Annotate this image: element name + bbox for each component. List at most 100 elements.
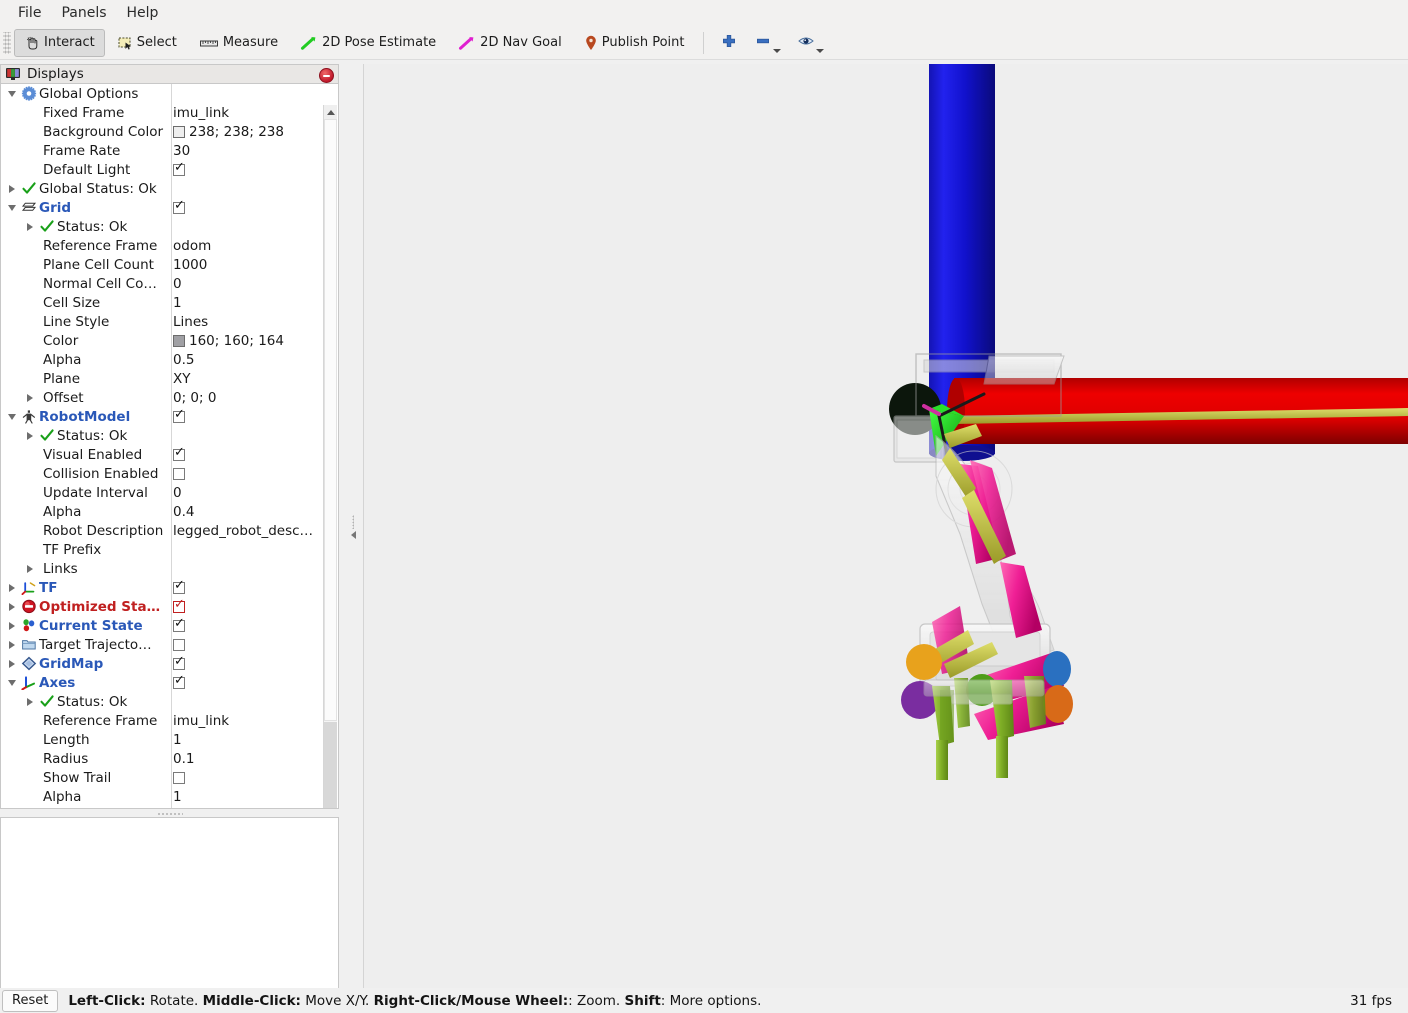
checkbox[interactable] (173, 655, 185, 670)
tree-row[interactable]: TF Prefix (1, 540, 325, 559)
tree-row[interactable]: Fixed Frame imu_link (1, 103, 325, 122)
tree-row-value[interactable]: 160; 160; 164 (173, 331, 284, 350)
tree-row-value[interactable]: XY (173, 369, 191, 388)
tree-row[interactable]: Current State (1, 616, 325, 635)
tree-row-value[interactable]: 0.5 (173, 350, 194, 369)
checkbox[interactable] (173, 771, 185, 784)
tree-row[interactable]: Alpha 0.5 (1, 350, 325, 369)
tree-row-value[interactable] (173, 445, 185, 464)
add-tool-button[interactable] (715, 29, 743, 57)
chevron-down-icon[interactable] (5, 90, 19, 97)
tree-row[interactable]: Target Trajecto… (1, 635, 325, 654)
menu-help[interactable]: Help (117, 2, 169, 24)
close-icon[interactable] (319, 68, 334, 83)
checkbox[interactable] (173, 638, 185, 651)
tree-row[interactable]: Alpha 0.4 (1, 502, 325, 521)
remove-tool-button[interactable] (749, 29, 786, 57)
tree-row[interactable]: Default Light (1, 160, 325, 179)
tree-row[interactable]: Plane XY (1, 369, 325, 388)
tree-row[interactable]: RobotModel (1, 407, 325, 426)
tree-row[interactable]: Color 160; 160; 164 (1, 331, 325, 350)
tree-row-value[interactable]: imu_link (173, 711, 229, 730)
tree-row[interactable]: Plane Cell Count 1000 (1, 255, 325, 274)
tree-row[interactable]: Links (1, 559, 325, 578)
displays-tree[interactable]: Global Options Fixed Frame imu_link Backgro… (0, 84, 339, 809)
tree-row-value[interactable] (173, 673, 185, 692)
checkbox[interactable] (173, 161, 185, 176)
chevron-right-icon[interactable] (5, 184, 19, 193)
chevron-right-icon[interactable] (5, 659, 19, 668)
chevron-right-icon[interactable] (23, 393, 37, 402)
tool-measure[interactable]: Measure (189, 29, 288, 57)
checkbox[interactable] (173, 467, 185, 480)
chevron-down-icon[interactable] (5, 204, 19, 211)
tree-row[interactable]: GridMap (1, 654, 325, 673)
tree-row[interactable]: Grid (1, 198, 325, 217)
tree-row[interactable]: Cell Size 1 (1, 293, 325, 312)
tool-publish-point[interactable]: Publish Point (574, 29, 695, 57)
tree-row-value[interactable] (173, 464, 185, 483)
chevron-right-icon[interactable] (5, 621, 19, 630)
chevron-right-icon[interactable] (23, 564, 37, 573)
tree-row-value[interactable] (173, 578, 185, 597)
tree-row[interactable]: Radius 0.1 (1, 749, 325, 768)
tree-row[interactable]: TF (1, 578, 325, 597)
checkbox[interactable] (173, 579, 185, 594)
tool-2d-pose-estimate[interactable]: 2D Pose Estimate (290, 29, 446, 57)
chevron-right-icon[interactable] (5, 640, 19, 649)
tree-row[interactable]: Length 1 (1, 730, 325, 749)
tree-row-value[interactable]: 1000 (173, 255, 207, 274)
tree-row-value[interactable]: 0.4 (173, 502, 194, 521)
visibility-button[interactable] (792, 29, 829, 57)
tree-row-value[interactable]: 1 (173, 293, 182, 312)
tree-row[interactable]: Reference Frame imu_link (1, 711, 325, 730)
tree-row-value[interactable]: 1 (173, 730, 182, 749)
visibility-caret-icon[interactable] (816, 48, 825, 53)
tree-row-value[interactable] (173, 654, 185, 673)
tree-row[interactable]: Line Style Lines (1, 312, 325, 331)
checkbox[interactable] (173, 674, 185, 689)
tree-row-value[interactable]: 1 (173, 787, 182, 806)
chevron-right-icon[interactable] (5, 583, 19, 592)
remove-tool-caret-icon[interactable] (773, 48, 782, 53)
tree-row-value[interactable]: 30 (173, 141, 190, 160)
tree-row[interactable]: Frame Rate 30 (1, 141, 325, 160)
tree-row[interactable]: Background Color 238; 238; 238 (1, 122, 325, 141)
checkbox[interactable] (173, 408, 185, 423)
chevron-right-icon[interactable] (23, 697, 37, 706)
tree-row[interactable]: Status: Ok (1, 217, 325, 236)
display-properties-panel[interactable] (0, 817, 339, 990)
tree-row-value[interactable] (173, 768, 185, 787)
tree-row[interactable]: Visual Enabled (1, 445, 325, 464)
tree-row[interactable]: Axes (1, 673, 325, 692)
tree-row-value[interactable] (173, 616, 185, 635)
chevron-down-icon[interactable] (5, 413, 19, 420)
color-swatch[interactable] (173, 125, 185, 138)
checkbox[interactable] (173, 446, 185, 461)
panel-splitter[interactable] (0, 810, 339, 817)
tree-row-value[interactable]: imu_link (173, 103, 229, 122)
tree-row-value[interactable] (173, 198, 185, 217)
tree-row-value[interactable] (173, 160, 185, 179)
color-swatch[interactable] (173, 334, 185, 347)
tree-row-value[interactable]: 0 (173, 483, 182, 502)
scroll-up-button[interactable] (324, 105, 337, 119)
checkbox[interactable] (173, 199, 185, 214)
tree-row[interactable]: Offset 0; 0; 0 (1, 388, 325, 407)
chevron-right-icon[interactable] (5, 602, 19, 611)
menu-panels[interactable]: Panels (51, 2, 116, 24)
reset-button[interactable]: Reset (2, 989, 59, 1012)
scrollbar-trough[interactable] (324, 722, 337, 808)
tree-row[interactable]: Collision Enabled (1, 464, 325, 483)
tree-row[interactable]: Status: Ok (1, 692, 325, 711)
tree-row[interactable]: Robot Description legged_robot_desc… (1, 521, 325, 540)
chevron-down-icon[interactable] (5, 679, 19, 686)
tree-row-value[interactable]: 0.1 (173, 749, 194, 768)
tree-row-value[interactable]: 0; 0; 0 (173, 388, 216, 407)
tool-select[interactable]: Select (107, 29, 187, 57)
tree-row[interactable]: Status: Ok (1, 426, 325, 445)
tree-row-value[interactable]: 0 (173, 274, 182, 293)
tree-row[interactable]: Reference Frame odom (1, 236, 325, 255)
displays-tree-scrollbar[interactable] (323, 105, 337, 808)
tree-row[interactable]: Optimized Sta… ✓ (1, 597, 325, 616)
